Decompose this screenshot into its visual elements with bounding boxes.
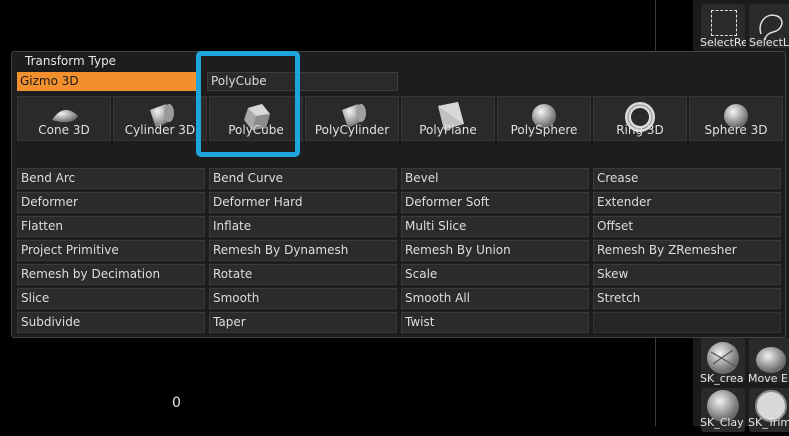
deformer-hard-button[interactable]: Deformer Hard [209,192,397,213]
scale-button[interactable]: Scale [401,264,589,285]
bend-arc-button[interactable]: Bend Arc [17,168,205,189]
flatten-button[interactable]: Flatten [17,216,205,237]
twist-button[interactable]: Twist [401,312,589,333]
polycylinder-button[interactable]: PolyCylinder [305,96,399,141]
tool-label-skcrea: SK_crea [700,372,744,385]
transform-type-popup: Transform Type Gizmo 3D PolyCube Cone 3D… [11,51,786,338]
taper-button[interactable]: Taper [209,312,397,333]
project-primitive-button[interactable]: Project Primitive [17,240,205,261]
bend-curve-button[interactable]: Bend Curve [209,168,397,189]
cylinder-3d-button[interactable]: Cylinder 3D [113,96,207,141]
stretch-button[interactable]: Stretch [593,288,781,309]
skew-button[interactable]: Skew [593,264,781,285]
selected-transform-field[interactable]: PolyCube [207,72,398,91]
remesh-by-union-button[interactable]: Remesh By Union [401,240,589,261]
select-rect-icon [711,10,737,36]
bevel-button[interactable]: Bevel [401,168,589,189]
subdivide-button[interactable]: Subdivide [17,312,205,333]
slice-button[interactable]: Slice [17,288,205,309]
smooth-all-button[interactable]: Smooth All [401,288,589,309]
tool-label-skclay: SK_Clay [700,416,744,429]
remesh-by-decimation-button[interactable]: Remesh by Decimation [17,264,205,285]
popup-title: Transform Type [25,54,117,68]
polyplane-button[interactable]: PolyPlane [401,96,495,141]
tool-label-sktrim: SK_Trim [748,416,789,429]
icon-label: PolyCube [228,123,284,137]
polysphere-button[interactable]: PolySphere [497,96,591,141]
rotate-button[interactable]: Rotate [209,264,397,285]
gizmo-3d-selector[interactable]: Gizmo 3D [17,72,201,91]
sphere-3d-button[interactable]: Sphere 3D [689,96,783,141]
canvas-value: 0 [172,395,181,411]
icon-label: PolySphere [510,123,578,137]
icon-label: Cone 3D [38,123,90,137]
empty-slot [593,312,781,333]
tool-label-selectrect: SelectRe [700,36,746,49]
tool-label-selectlasso: SelectL [749,36,789,49]
polycube-button[interactable]: PolyCube [209,96,303,141]
deformer-button[interactable]: Deformer [17,192,205,213]
deformer-soft-button[interactable]: Deformer Soft [401,192,589,213]
multi-slice-button[interactable]: Multi Slice [401,216,589,237]
remesh-by-zremesher-button[interactable]: Remesh By ZRemesher [593,240,781,261]
icon-label: Cylinder 3D [124,123,196,137]
icon-label: Ring 3D [616,123,664,137]
tool-label-movee: Move E [748,372,788,385]
crease-button[interactable]: Crease [593,168,781,189]
icon-label: PolyCylinder [314,123,390,137]
icon-label: PolyPlane [419,123,477,137]
transform-icon-row: Cone 3D Cylinder 3D PolyCube PolyCylinde… [17,96,783,142]
cone-3d-button[interactable]: Cone 3D [17,96,111,141]
ring-3d-button[interactable]: Ring 3D [593,96,687,141]
remesh-by-dynamesh-button[interactable]: Remesh By Dynamesh [209,240,397,261]
extender-button[interactable]: Extender [593,192,781,213]
smooth-button[interactable]: Smooth [209,288,397,309]
offset-button[interactable]: Offset [593,216,781,237]
icon-label: Sphere 3D [704,123,768,137]
inflate-button[interactable]: Inflate [209,216,397,237]
